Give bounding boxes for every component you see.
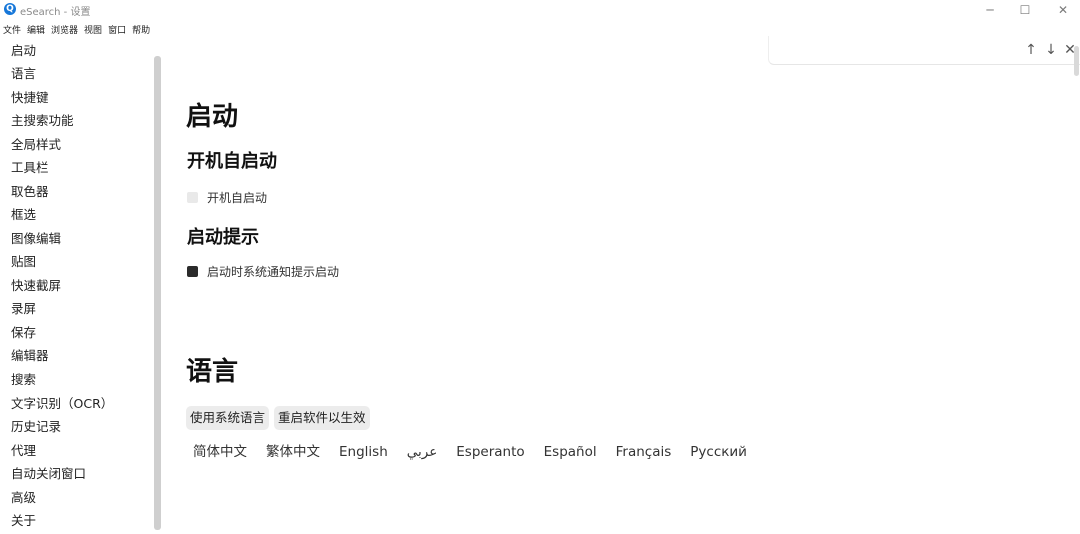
language-option-es[interactable]: Español bbox=[544, 443, 597, 461]
sidebar-item-startup[interactable]: 启动 bbox=[11, 43, 36, 59]
sidebar-item-about[interactable]: 关于 bbox=[11, 513, 36, 529]
settings-sidebar: 启动 语言 快捷键 主搜索功能 全局样式 工具栏 取色器 框选 图像编辑 贴图 … bbox=[0, 40, 150, 534]
window-title: eSearch - 设置 bbox=[20, 7, 91, 18]
startup-notify-option[interactable]: 启动时系统通知提示启动 bbox=[187, 264, 340, 279]
language-option-ru[interactable]: Русский bbox=[690, 443, 747, 461]
find-previous-button[interactable]: ↑ bbox=[1023, 42, 1039, 58]
sidebar-item-pin[interactable]: 贴图 bbox=[11, 254, 36, 270]
subsection-title-startup-notify: 启动提示 bbox=[187, 227, 259, 248]
autostart-checkbox[interactable] bbox=[187, 191, 198, 203]
sidebar-item-language[interactable]: 语言 bbox=[11, 66, 36, 82]
main-scrollbar[interactable] bbox=[1074, 46, 1079, 76]
autostart-label: 开机自启动 bbox=[207, 190, 268, 205]
minimize-button[interactable]: ─ bbox=[975, 1, 1005, 19]
sidebar-item-history[interactable]: 历史记录 bbox=[11, 419, 61, 435]
find-bar: ↑ ↓ ✕ bbox=[768, 36, 1080, 65]
sidebar-item-shortcuts[interactable]: 快捷键 bbox=[11, 90, 49, 106]
section-title-startup: 启动 bbox=[186, 102, 239, 132]
sidebar-item-editor[interactable]: 编辑器 bbox=[11, 348, 49, 364]
language-option-ar[interactable]: عربي bbox=[407, 443, 438, 461]
sidebar-item-quick-screenshot[interactable]: 快速截屏 bbox=[11, 278, 61, 294]
language-option-zh-hant[interactable]: 繁体中文 bbox=[266, 443, 320, 461]
app-logo-icon: Q bbox=[4, 3, 16, 15]
subsection-title-autostart: 开机自启动 bbox=[187, 151, 277, 172]
language-option-fr[interactable]: Français bbox=[616, 443, 672, 461]
sidebar-item-search[interactable]: 搜索 bbox=[11, 372, 36, 388]
sidebar-item-save[interactable]: 保存 bbox=[11, 325, 36, 341]
sidebar-item-toolbar[interactable]: 工具栏 bbox=[11, 160, 49, 176]
menu-window[interactable]: 窗口 bbox=[105, 24, 129, 38]
menu-view[interactable]: 视图 bbox=[81, 24, 105, 38]
language-options: 简体中文 繁体中文 English عربي Esperanto Español… bbox=[193, 443, 766, 461]
sidebar-item-auto-close[interactable]: 自动关闭窗口 bbox=[11, 466, 86, 482]
startup-notify-label: 启动时系统通知提示启动 bbox=[207, 264, 340, 279]
close-window-button[interactable]: ✕ bbox=[1048, 1, 1078, 19]
sidebar-item-color-picker[interactable]: 取色器 bbox=[11, 184, 49, 200]
sidebar-item-image-edit[interactable]: 图像编辑 bbox=[11, 231, 61, 247]
sidebar-item-selection[interactable]: 框选 bbox=[11, 207, 36, 223]
sidebar-item-advanced[interactable]: 高级 bbox=[11, 490, 36, 506]
menu-bar: 文件 编辑 浏览器 视图 窗口 帮助 bbox=[0, 24, 153, 38]
menu-help[interactable]: 帮助 bbox=[129, 24, 153, 38]
language-option-zh-hans[interactable]: 简体中文 bbox=[193, 443, 247, 461]
title-bar: Q eSearch - 设置 ─ ☐ ✕ bbox=[0, 0, 1080, 20]
menu-edit[interactable]: 编辑 bbox=[24, 24, 48, 38]
use-system-language-button[interactable]: 使用系统语言 bbox=[186, 406, 270, 430]
sidebar-item-screen-record[interactable]: 录屏 bbox=[11, 301, 36, 317]
language-option-eo[interactable]: Esperanto bbox=[456, 443, 524, 461]
sidebar-scrollbar[interactable] bbox=[154, 56, 161, 530]
startup-notify-checkbox[interactable] bbox=[187, 265, 198, 277]
menu-browser[interactable]: 浏览器 bbox=[48, 24, 81, 38]
find-next-button[interactable]: ↓ bbox=[1043, 42, 1059, 58]
sidebar-item-proxy[interactable]: 代理 bbox=[11, 443, 36, 459]
language-option-en[interactable]: English bbox=[339, 443, 388, 461]
maximize-button[interactable]: ☐ bbox=[1010, 1, 1040, 19]
menu-file[interactable]: 文件 bbox=[0, 24, 24, 38]
autostart-option[interactable]: 开机自启动 bbox=[187, 190, 268, 205]
sidebar-item-global-style[interactable]: 全局样式 bbox=[11, 137, 61, 153]
sidebar-item-main-search[interactable]: 主搜索功能 bbox=[11, 113, 74, 129]
restart-to-apply-button[interactable]: 重启软件以生效 bbox=[274, 406, 370, 430]
sidebar-item-ocr[interactable]: 文字识别（OCR） bbox=[11, 396, 113, 412]
section-title-language: 语言 bbox=[186, 357, 239, 387]
